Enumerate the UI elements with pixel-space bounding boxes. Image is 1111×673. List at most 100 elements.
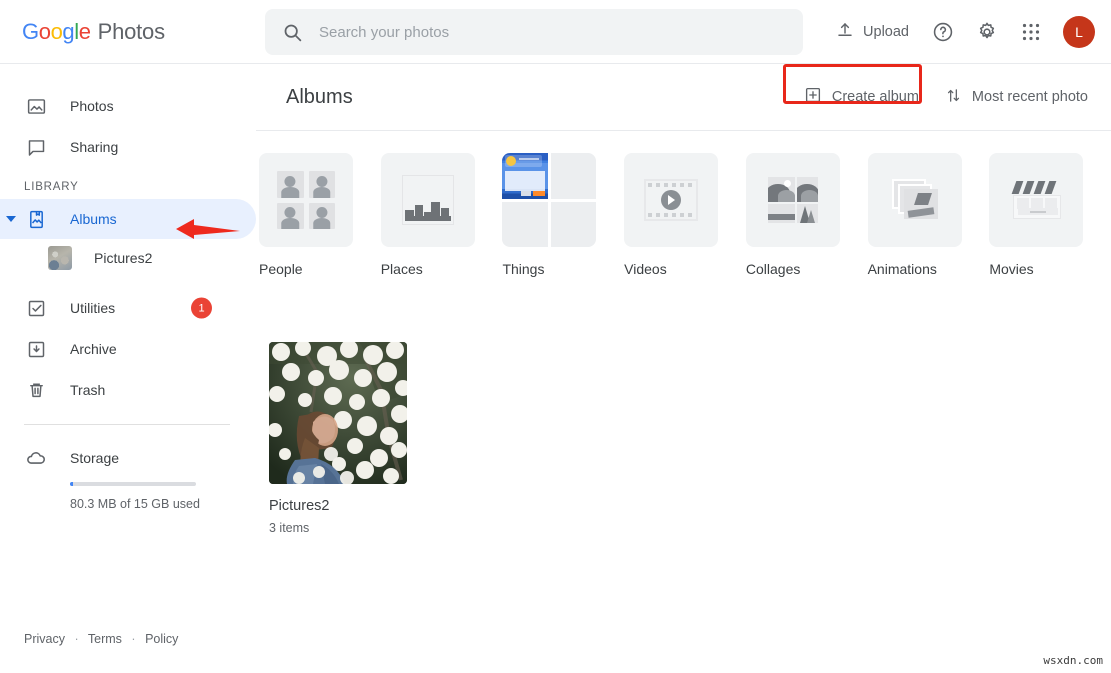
privacy-link[interactable]: Privacy (24, 632, 65, 646)
google-wordmark: Google (22, 19, 91, 45)
photo-icon (24, 96, 48, 117)
gear-icon[interactable] (967, 12, 1007, 52)
storage-progress-fill (70, 482, 73, 486)
albums-header: Albums Create album (256, 64, 1111, 131)
tile-label: People (259, 261, 364, 277)
tile-movies[interactable]: Movies (989, 153, 1094, 277)
tile-label: Movies (989, 261, 1094, 277)
sidebar-item-label: Utilities (70, 300, 115, 316)
sidebar-item-utilities[interactable]: Utilities 1 (0, 288, 256, 328)
category-tiles: People Places (256, 153, 1111, 277)
places-city-tile[interactable] (381, 153, 475, 247)
things-quadrant-grid (502, 153, 596, 247)
tile-animations[interactable]: Animations (868, 153, 973, 277)
page-title: Albums (286, 86, 353, 109)
sidebar-item-label: Archive (70, 341, 117, 357)
things-quad-tile[interactable] (502, 153, 596, 247)
album-cover-image[interactable] (269, 342, 407, 484)
tile-videos[interactable]: Videos (624, 153, 729, 277)
tile-places[interactable]: Places (381, 153, 486, 277)
search-input[interactable] (317, 23, 757, 42)
chat-bubble-icon (24, 137, 48, 158)
album-icon (24, 209, 48, 230)
sidebar-subitem-pictures2[interactable]: Pictures2 (0, 240, 256, 276)
sidebar-item-sharing[interactable]: Sharing (0, 127, 256, 167)
app-logo[interactable]: Google Photos (22, 19, 262, 45)
upload-button[interactable]: Upload (826, 13, 919, 51)
storage-section[interactable]: Storage (0, 447, 256, 469)
separator: · (74, 632, 78, 646)
policy-link[interactable]: Policy (145, 632, 178, 646)
tile-label: Videos (624, 261, 729, 277)
filmstrip-icon (644, 179, 698, 221)
avatar[interactable]: L (1063, 16, 1095, 48)
sidebar-item-label: Trash (70, 382, 105, 398)
tile-collages[interactable]: Collages (746, 153, 851, 277)
tile-label: Places (381, 261, 486, 277)
storage-usage-text: 80.3 MB of 15 GB used (70, 496, 200, 513)
screenshot-thumbnail (502, 153, 548, 199)
tile-label: Collages (746, 261, 851, 277)
play-icon (661, 190, 681, 210)
people-faces-icon (277, 171, 335, 229)
app-header: Google Photos Upload (0, 0, 1111, 64)
help-circle-icon[interactable] (923, 12, 963, 52)
clapperboard-icon (1013, 181, 1061, 219)
collages-tile[interactable] (746, 153, 840, 247)
create-album-wrapper: Create album (792, 77, 931, 117)
chevron-down-icon[interactable] (6, 216, 16, 222)
albums-header-actions: Create album Most recent photo (792, 77, 1110, 117)
album-card-pictures2[interactable]: Pictures2 3 items (269, 342, 449, 535)
create-album-button[interactable]: Create album (792, 77, 931, 117)
animations-stack-tile[interactable] (868, 153, 962, 247)
sort-arrows-icon (945, 87, 962, 108)
album-thumbnail (48, 246, 72, 270)
photo-stack-icon (892, 179, 940, 221)
album-name: Pictures2 (269, 498, 449, 514)
album-item-count: 3 items (269, 521, 449, 535)
trash-icon (24, 380, 48, 401)
separator: · (131, 632, 135, 646)
sidebar-item-archive[interactable]: Archive (0, 329, 256, 369)
blossom-portrait-photo (269, 342, 407, 484)
sidebar-item-label: Photos (70, 98, 114, 114)
footer-links: Privacy · Terms · Policy (24, 632, 178, 646)
product-name: Photos (98, 19, 165, 45)
cloud-icon (24, 447, 48, 469)
search-bar[interactable] (265, 9, 803, 55)
header-actions: Upload L (826, 0, 1095, 64)
sidebar-item-label: Albums (70, 211, 117, 227)
create-album-label: Create album (832, 89, 919, 105)
main-content: Albums Create album (256, 64, 1111, 673)
tile-label: Animations (868, 261, 973, 277)
city-skyline-icon (405, 197, 451, 221)
status-badge: 1 (191, 298, 212, 319)
sort-button[interactable]: Most recent photo (933, 78, 1100, 117)
people-faces-tile[interactable] (259, 153, 353, 247)
sidebar-item-label: Sharing (70, 139, 118, 155)
tile-people[interactable]: People (259, 153, 364, 277)
upload-icon (836, 21, 854, 43)
storage-progress-bar (70, 482, 196, 486)
movies-clapperboard-tile[interactable] (989, 153, 1083, 247)
tile-label: Things (502, 261, 607, 277)
videos-filmstrip-tile[interactable] (624, 153, 718, 247)
avatar-letter: L (1075, 24, 1083, 40)
tile-things[interactable]: Things (502, 153, 607, 277)
archive-icon (24, 339, 48, 360)
apps-grid-icon[interactable] (1011, 12, 1051, 52)
library-section-label: LIBRARY (0, 181, 256, 193)
sidebar-item-trash[interactable]: Trash (0, 370, 256, 410)
sidebar-item-photos[interactable]: Photos (0, 86, 256, 126)
sidebar-subitem-label: Pictures2 (94, 250, 152, 266)
checkbox-icon (24, 298, 48, 319)
sidebar: Photos Sharing LIBRARY Albums Pictures2 (0, 64, 256, 673)
watermark: wsxdn.com (1043, 654, 1103, 667)
storage-label: Storage (70, 450, 119, 466)
search-icon (282, 22, 303, 43)
terms-link[interactable]: Terms (88, 632, 122, 646)
sidebar-divider (24, 424, 230, 425)
arrow-annotation (154, 215, 240, 243)
upload-label: Upload (863, 24, 909, 40)
sort-label: Most recent photo (972, 89, 1088, 105)
